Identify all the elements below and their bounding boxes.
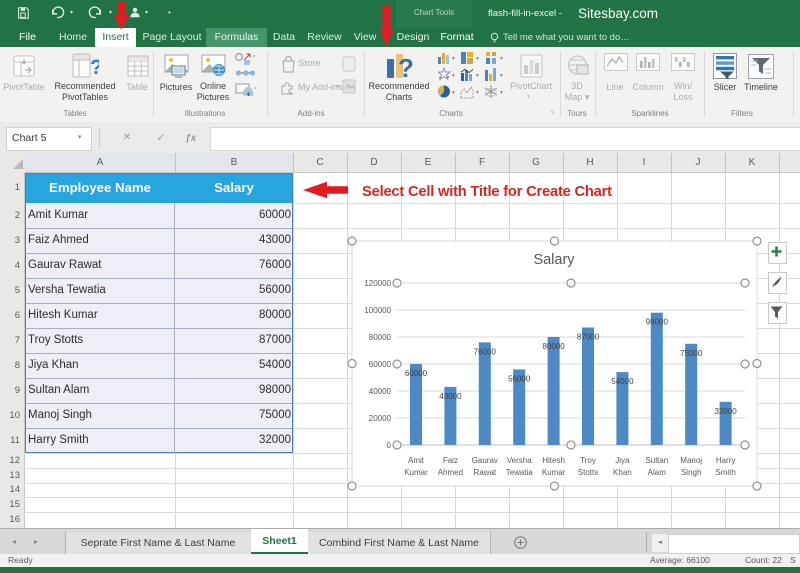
svg-text:Hitesh: Hitesh	[542, 456, 565, 465]
svg-text:80000: 80000	[542, 342, 565, 351]
svg-text:60000: 60000	[405, 369, 428, 378]
svg-text:40000: 40000	[369, 387, 392, 396]
svg-text:Kumar: Kumar	[542, 468, 566, 477]
svg-text:76000: 76000	[474, 347, 497, 356]
svg-text:Sultan: Sultan	[645, 456, 668, 465]
svg-text:Troy: Troy	[580, 456, 596, 465]
svg-text:87000: 87000	[577, 333, 600, 342]
svg-text:Harry: Harry	[716, 456, 736, 465]
svg-text:Versha: Versha	[507, 456, 532, 465]
svg-text:?: ?	[398, 53, 414, 81]
svg-text:120000: 120000	[364, 279, 391, 288]
svg-text:60000: 60000	[369, 360, 392, 369]
svg-text:Smith: Smith	[715, 468, 735, 477]
svg-text:Kumar: Kumar	[404, 468, 428, 477]
svg-text:100000: 100000	[364, 306, 391, 315]
svg-text:Gaurav: Gaurav	[472, 456, 498, 465]
svg-text:Stotts: Stotts	[578, 468, 598, 477]
svg-text:?: ?	[90, 56, 99, 79]
svg-text:Amit: Amit	[408, 456, 425, 465]
svg-text:Tewatia: Tewatia	[506, 468, 534, 477]
svg-text:Alam: Alam	[648, 468, 667, 477]
svg-text:80000: 80000	[369, 333, 392, 342]
svg-text:Faiz: Faiz	[443, 456, 458, 465]
svg-text:Manoj: Manoj	[680, 456, 702, 465]
svg-text:Jiya: Jiya	[615, 456, 630, 465]
svg-text:43000: 43000	[439, 392, 462, 401]
svg-text:Singh: Singh	[681, 468, 701, 477]
svg-text:Salary: Salary	[533, 252, 575, 268]
svg-text:56000: 56000	[508, 374, 531, 383]
svg-text:75000: 75000	[680, 349, 703, 358]
svg-text:Khan: Khan	[613, 468, 632, 477]
svg-text:20000: 20000	[369, 414, 392, 423]
svg-text:Rawat: Rawat	[473, 468, 496, 477]
svg-text:0: 0	[387, 441, 392, 450]
svg-text:98000: 98000	[646, 318, 669, 327]
svg-text:32000: 32000	[714, 407, 737, 416]
svg-text:Ahmed: Ahmed	[438, 468, 463, 477]
svg-text:54000: 54000	[611, 377, 634, 386]
